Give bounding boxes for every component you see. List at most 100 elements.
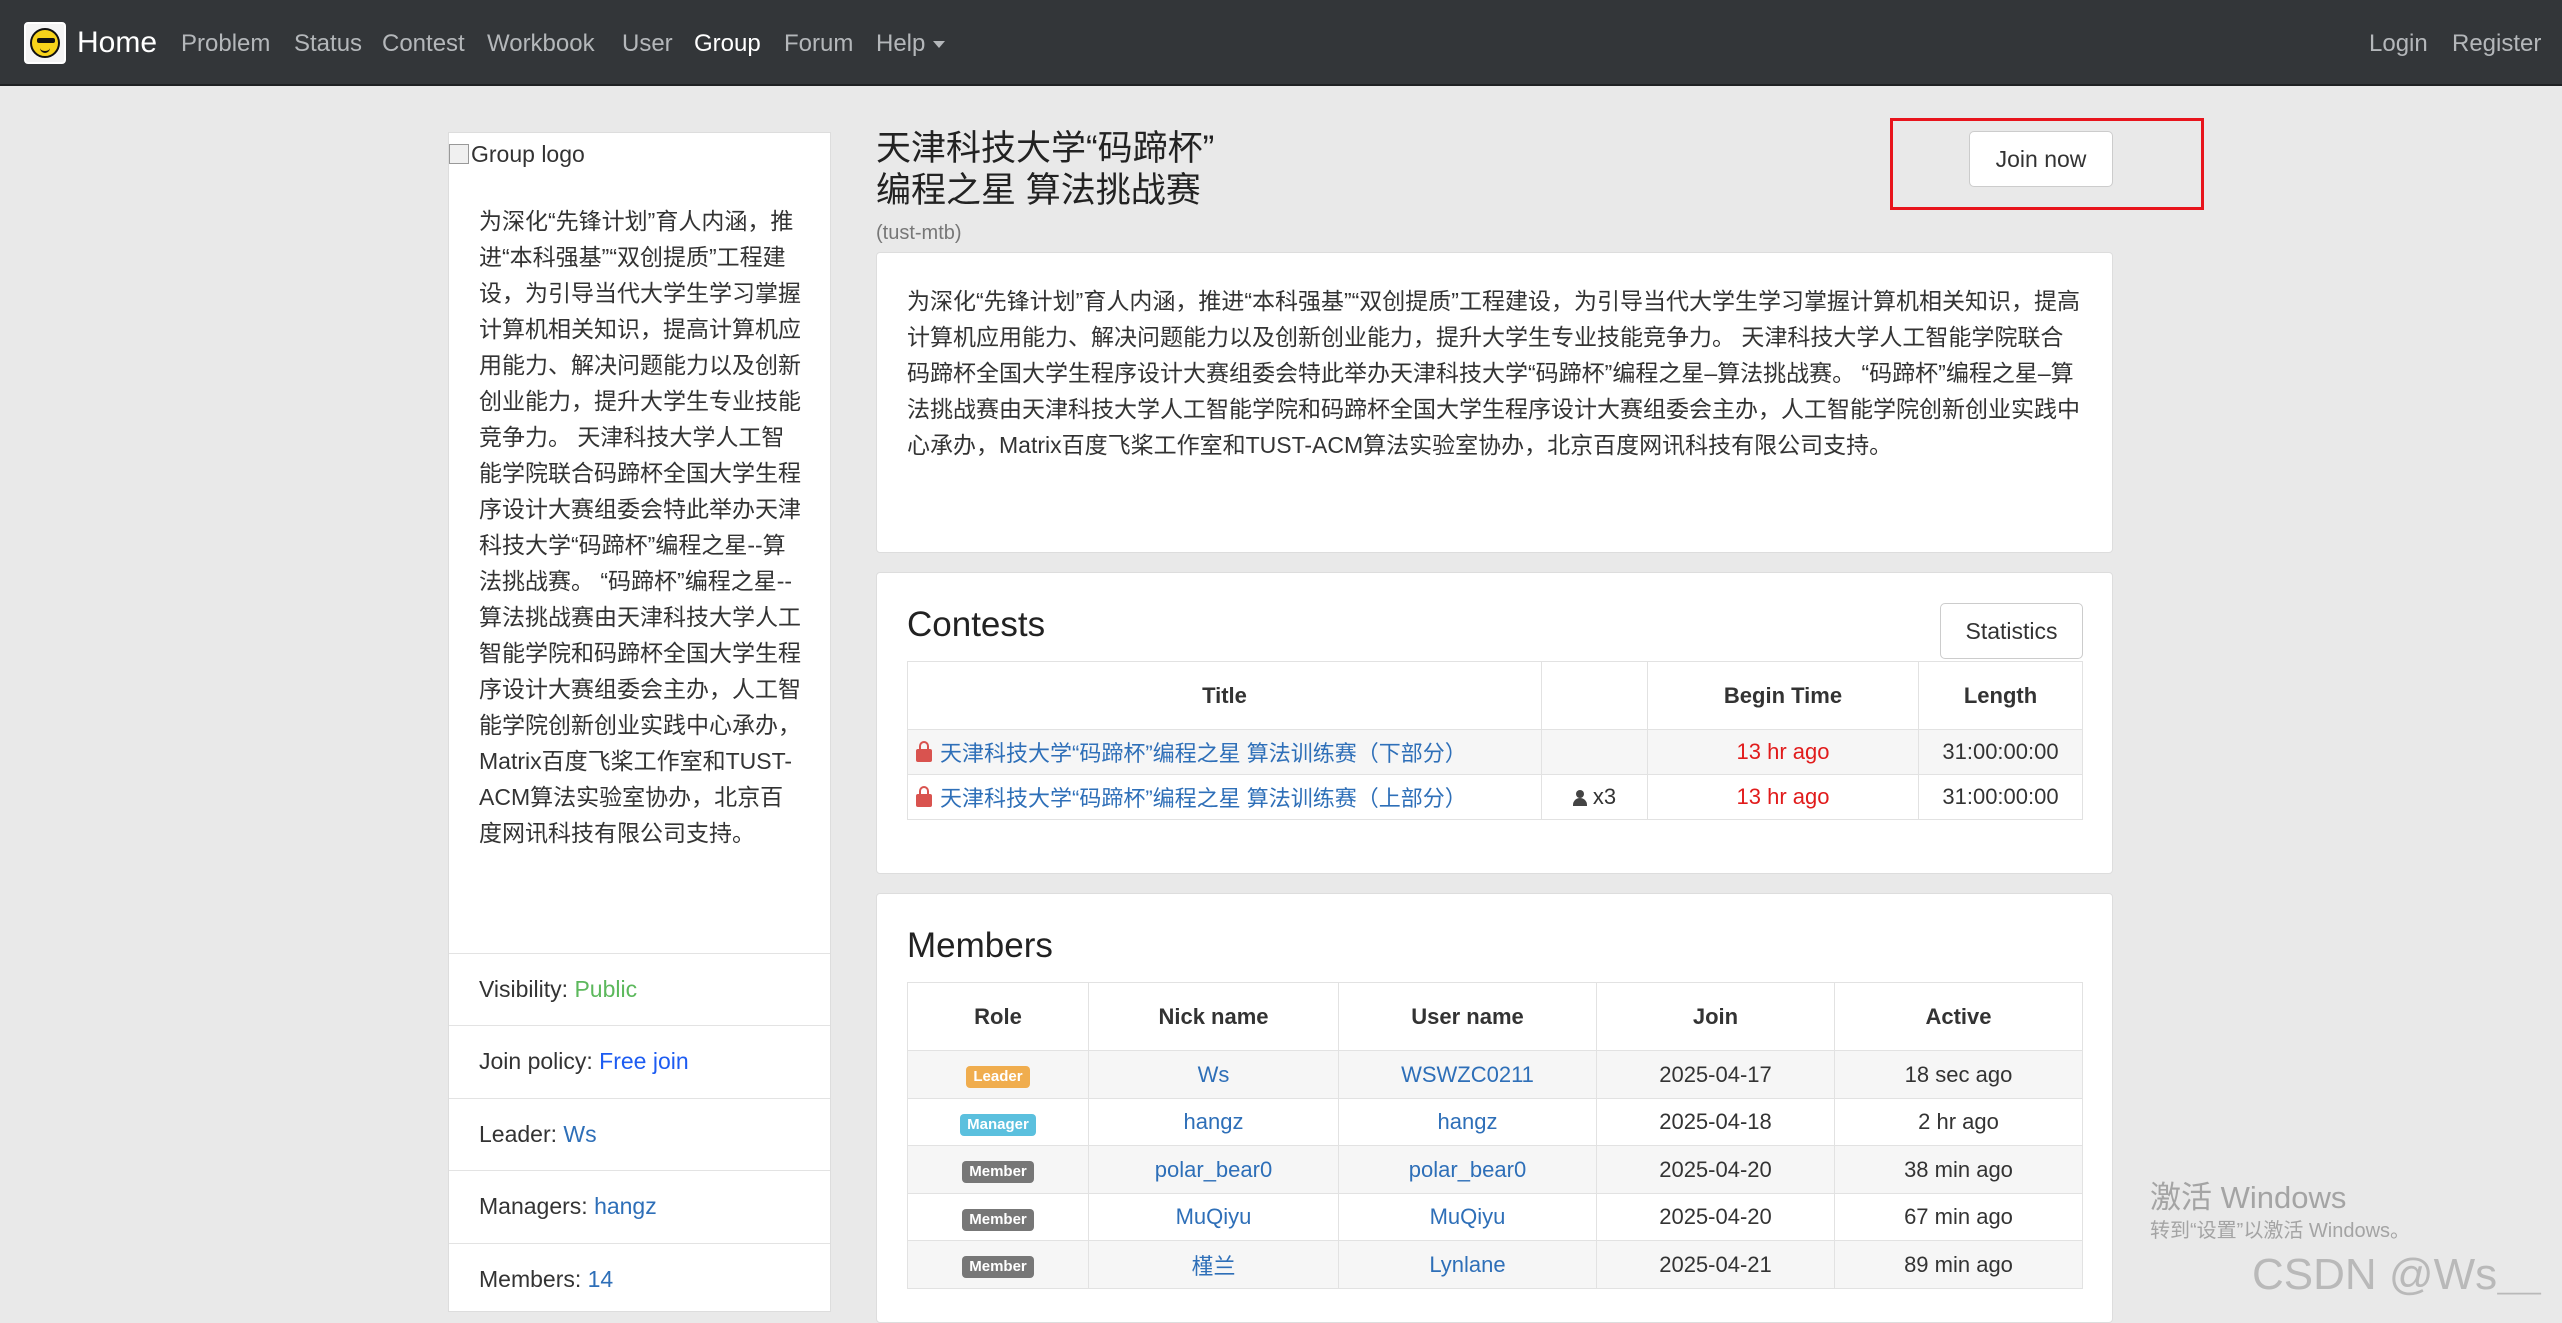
windows-activation-title: 激活 Windows (2150, 1180, 2347, 1215)
join-policy-value: Free join (599, 1048, 689, 1074)
group-title-line2: 编程之星 算法挑战赛 (876, 171, 1201, 210)
col-participants (1541, 661, 1648, 730)
contests-heading: Contests (907, 605, 1046, 644)
role-cell: Member (907, 1240, 1089, 1289)
col-title: Title (907, 661, 1542, 730)
nick-cell: polar_bear0 (1088, 1145, 1339, 1194)
role-badge: Manager (960, 1113, 1036, 1136)
lock-icon (916, 741, 932, 762)
user-link[interactable]: hangz (1438, 1109, 1498, 1134)
nick-cell: Ws (1088, 1050, 1339, 1099)
nav-group[interactable]: Group (694, 30, 761, 58)
contest-row: 天津科技大学“码蹄杯”编程之星 算法训练赛（上部分） x3 13 hr ago … (907, 774, 2083, 820)
user-cell: hangz (1338, 1098, 1597, 1146)
join-policy-row: Join policy: Free join (449, 1025, 830, 1099)
caret-down-icon (933, 41, 946, 49)
group-title-line1: 天津科技大学“码蹄杯” (876, 129, 1215, 168)
active-time: 89 min ago (1834, 1240, 2083, 1289)
contest-begin-time: 13 hr ago (1647, 774, 1919, 820)
nav-help-dropdown[interactable]: Help (876, 30, 946, 58)
nick-cell: hangz (1088, 1098, 1339, 1146)
members-heading: Members (907, 926, 1053, 965)
visibility-row: Visibility: Public (449, 953, 830, 1026)
visibility-label: Visibility: (479, 976, 569, 1002)
description-card: 为深化“先锋计划”育人内涵，推进“本科强基”“双创提质”工程建设，为引导当代大学… (876, 252, 2113, 553)
managers-label: Managers: (479, 1193, 588, 1219)
nav-status[interactable]: Status (294, 30, 362, 58)
join-now-button[interactable]: Join now (1969, 131, 2113, 187)
nav-login[interactable]: Login (2369, 30, 2428, 58)
manager-link[interactable]: hangz (594, 1193, 657, 1219)
user-cell: polar_bear0 (1338, 1145, 1597, 1194)
nav-register[interactable]: Register (2452, 30, 2541, 58)
sunglasses-smiley-logo-icon[interactable] (24, 22, 66, 64)
user-link[interactable]: polar_bear0 (1409, 1157, 1526, 1182)
contest-length: 31:00:00:00 (1918, 729, 2083, 775)
member-row: Member 槿兰 Lynlane 2025-04-21 89 min ago (907, 1240, 2083, 1289)
col-nick-name: Nick name (1088, 982, 1339, 1051)
contest-row: 天津科技大学“码蹄杯”编程之星 算法训练赛（下部分） 13 hr ago 31:… (907, 729, 2083, 775)
nick-link[interactable]: MuQiyu (1176, 1204, 1252, 1229)
role-cell: Member (907, 1193, 1089, 1241)
user-cell: Lynlane (1338, 1240, 1597, 1289)
active-time: 18 sec ago (1834, 1050, 2083, 1099)
nick-link[interactable]: 槿兰 (1191, 1254, 1235, 1279)
join-date: 2025-04-20 (1596, 1145, 1835, 1194)
nav-home-link[interactable]: Home (77, 26, 157, 60)
role-cell: Leader (907, 1050, 1089, 1099)
contest-begin-time: 13 hr ago (1647, 729, 1919, 775)
group-title: 天津科技大学“码蹄杯” 编程之星 算法挑战赛 (876, 128, 1214, 212)
members-card: Members Role Nick name User name Join Ac… (876, 893, 2113, 1323)
col-role: Role (907, 982, 1089, 1051)
join-date: 2025-04-17 (1596, 1050, 1835, 1099)
contest-link[interactable]: 天津科技大学“码蹄杯”编程之星 算法训练赛（上部分） (940, 786, 1467, 811)
leader-link[interactable]: Ws (563, 1121, 596, 1147)
contests-header-row: Title Begin Time Length (907, 661, 2083, 730)
lock-icon (916, 786, 932, 807)
leader-label: Leader: (479, 1121, 558, 1147)
contest-participants (1541, 729, 1648, 775)
user-link[interactable]: MuQiyu (1430, 1204, 1506, 1229)
contest-link[interactable]: 天津科技大学“码蹄杯”编程之星 算法训练赛（下部分） (940, 741, 1467, 766)
nav-forum[interactable]: Forum (784, 30, 853, 58)
nav-user[interactable]: User (622, 30, 673, 58)
contests-card: Contests Statistics Title Begin Time Len… (876, 572, 2113, 874)
visibility-value: Public (574, 976, 638, 1002)
col-length: Length (1918, 661, 2083, 730)
members-label: Members: (479, 1266, 582, 1292)
col-begin-time: Begin Time (1647, 661, 1919, 730)
members-count-row: Members: 14 (449, 1243, 830, 1314)
group-name: (tust-mtb) (876, 222, 962, 244)
member-row: Member MuQiyu MuQiyu 2025-04-20 67 min a… (907, 1193, 2083, 1241)
nick-link[interactable]: hangz (1184, 1109, 1244, 1134)
nav-help-label: Help (876, 30, 926, 57)
user-icon (1572, 790, 1587, 806)
nav-contest[interactable]: Contest (382, 30, 465, 58)
role-cell: Manager (907, 1098, 1089, 1146)
role-badge: Member (962, 1161, 1034, 1183)
nick-cell: 槿兰 (1088, 1240, 1339, 1289)
statistics-button[interactable]: Statistics (1940, 603, 2083, 659)
nav-problem[interactable]: Problem (181, 30, 270, 58)
contest-title-cell: 天津科技大学“码蹄杯”编程之星 算法训练赛（下部分） (907, 729, 1542, 775)
role-cell: Member (907, 1145, 1089, 1194)
broken-image-icon (449, 144, 469, 164)
contest-participants: x3 (1541, 774, 1648, 820)
member-row: Leader Ws WSWZC0211 2025-04-17 18 sec ag… (907, 1050, 2083, 1099)
role-badge: Leader (966, 1066, 1030, 1088)
nav-workbook[interactable]: Workbook (487, 30, 595, 58)
group-sidebar: Group logo 为深化“先锋计划”育人内涵，推进“本科强基”“双创提质”工… (448, 132, 831, 1312)
members-count[interactable]: 14 (588, 1266, 614, 1292)
col-active: Active (1834, 982, 2083, 1051)
member-row: Member polar_bear0 polar_bear0 2025-04-2… (907, 1145, 2083, 1194)
nick-cell: MuQiyu (1088, 1193, 1339, 1241)
nick-link[interactable]: Ws (1198, 1062, 1230, 1087)
user-link[interactable]: WSWZC0211 (1401, 1062, 1534, 1087)
group-description: 为深化“先锋计划”育人内涵，推进“本科强基”“双创提质”工程建设，为引导当代大学… (907, 288, 2080, 458)
leader-row: Leader: Ws (449, 1098, 830, 1171)
top-navbar: Home Problem Status Contest Workbook Use… (0, 0, 2562, 86)
join-date: 2025-04-18 (1596, 1098, 1835, 1146)
contest-title-cell: 天津科技大学“码蹄杯”编程之星 算法训练赛（上部分） (907, 774, 1542, 820)
user-link[interactable]: Lynlane (1429, 1252, 1505, 1277)
nick-link[interactable]: polar_bear0 (1155, 1157, 1272, 1182)
